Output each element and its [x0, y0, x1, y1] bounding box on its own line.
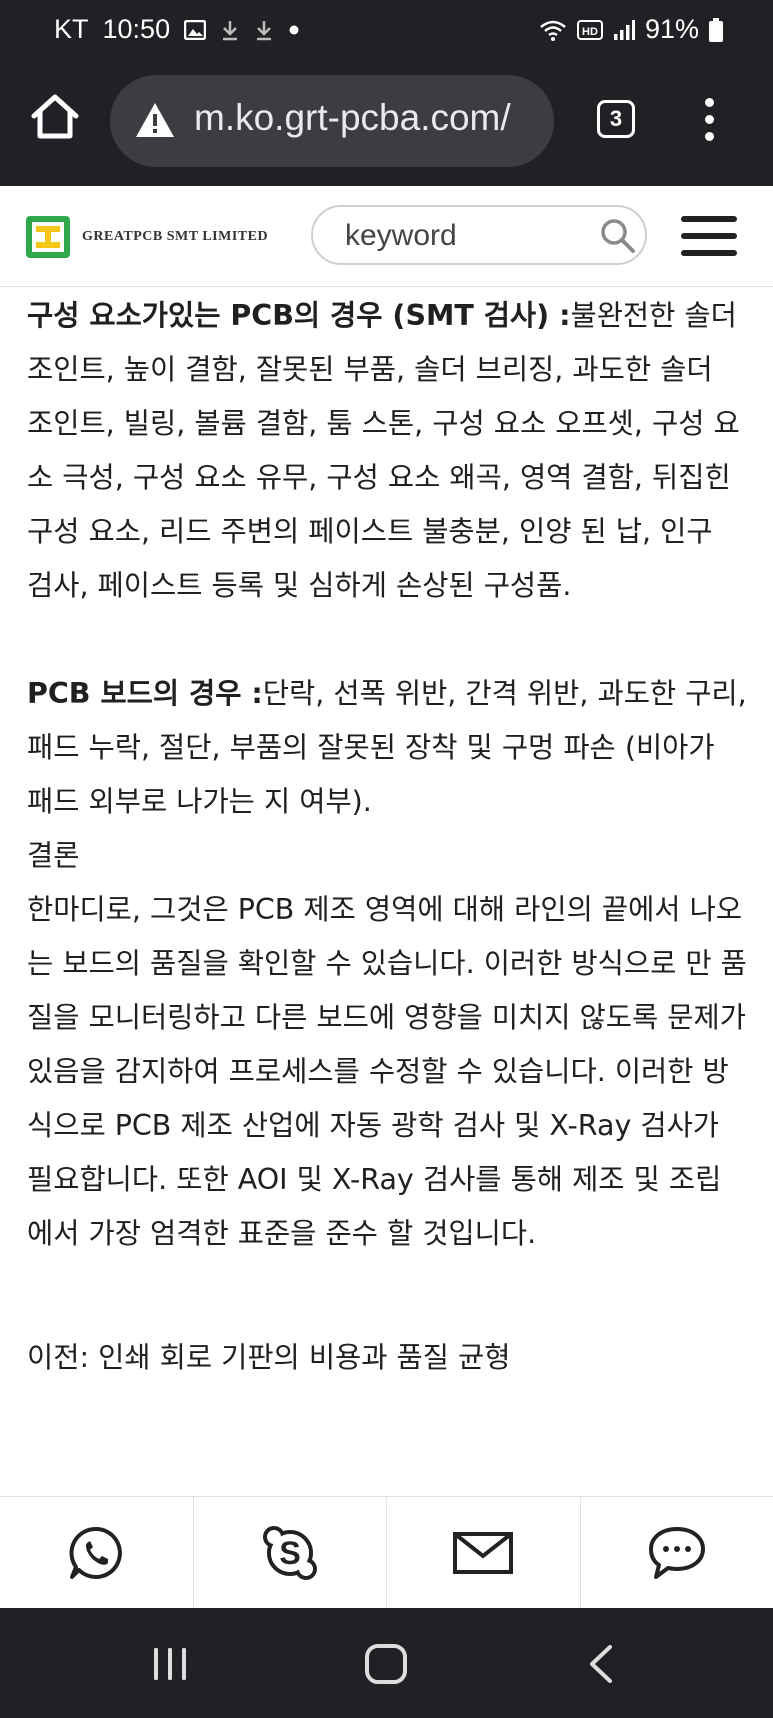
search-icon[interactable] — [599, 217, 637, 255]
warning-icon[interactable] — [134, 101, 176, 139]
wifi-icon — [540, 20, 566, 41]
pcb-board-paragraph: PCB 보드의 경우 :단락, 선폭 위반, 간격 위반, 과도한 구리, 패드… — [27, 667, 747, 829]
download-icon — [257, 20, 272, 40]
contact-bar: S — [0, 1496, 773, 1609]
brand-name[interactable]: GREATPCB SMT LIMITED — [82, 229, 268, 245]
skype-button[interactable]: S — [194, 1497, 387, 1609]
hd-icon: HD — [576, 19, 603, 40]
more-menu-icon[interactable] — [693, 98, 725, 142]
search-box — [311, 205, 647, 265]
whatsapp-icon — [69, 1526, 123, 1579]
tab-switcher-button[interactable]: 3 — [597, 100, 635, 138]
smt-inspection-heading: 구성 요소가있는 PCB의 경우 (SMT 검사) : — [27, 299, 571, 332]
battery-percent: 91% — [644, 14, 699, 44]
email-button[interactable] — [387, 1497, 581, 1609]
previous-article-link[interactable]: 이전: 인쇄 회로 기판의 비용과 품질 균형 — [27, 1331, 747, 1385]
search-input[interactable] — [343, 215, 577, 257]
pcb-board-heading: PCB 보드의 경우 : — [27, 677, 263, 710]
status-bar: KT 10:50 HD 91% — [0, 0, 773, 58]
address-bar[interactable]: m.ko.grt-pcba.com/ — [110, 75, 554, 167]
dot-icon — [289, 25, 299, 34]
conclusion-heading: 결론 — [27, 839, 80, 872]
smt-inspection-text: 불완전한 솔더 조인트, 높이 결함, 잘못된 부품, 솔더 브리징, 과도한 … — [27, 299, 740, 602]
mail-icon — [453, 1532, 514, 1574]
carrier-label: KT — [54, 14, 89, 44]
hamburger-menu-icon[interactable] — [681, 216, 737, 258]
site-header: GREATPCB SMT LIMITED — [0, 186, 773, 287]
url-text[interactable]: m.ko.grt-pcba.com/ — [194, 97, 511, 139]
clock: 10:50 — [102, 14, 171, 44]
recents-icon[interactable] — [150, 1646, 190, 1682]
smt-inspection-paragraph: 구성 요소가있는 PCB의 경우 (SMT 검사) :불완전한 솔더 조인트, … — [27, 289, 747, 613]
image-icon — [184, 19, 207, 40]
home-icon[interactable] — [26, 88, 84, 146]
svg-text:HD: HD — [582, 26, 598, 38]
browser-toolbar: m.ko.grt-pcba.com/ 3 — [0, 58, 773, 186]
conclusion-text: 한마디로, 그것은 PCB 제조 영역에 대해 라인의 끝에서 나오는 보드의 … — [27, 893, 747, 1250]
chat-button[interactable] — [581, 1497, 773, 1609]
chat-icon — [648, 1527, 705, 1579]
skype-icon: S — [262, 1526, 317, 1580]
home-icon[interactable] — [364, 1643, 408, 1685]
download-icon — [223, 20, 238, 40]
logo-icon[interactable] — [26, 212, 70, 260]
svg-text:S: S — [279, 1535, 300, 1571]
back-icon[interactable] — [586, 1644, 616, 1684]
whatsapp-button[interactable] — [0, 1497, 194, 1609]
battery-icon — [709, 17, 723, 42]
system-nav-bar — [0, 1608, 773, 1718]
article-body: 구성 요소가있는 PCB의 경우 (SMT 검사) :불완전한 솔더 조인트, … — [27, 289, 747, 1494]
signal-icon — [613, 19, 635, 40]
